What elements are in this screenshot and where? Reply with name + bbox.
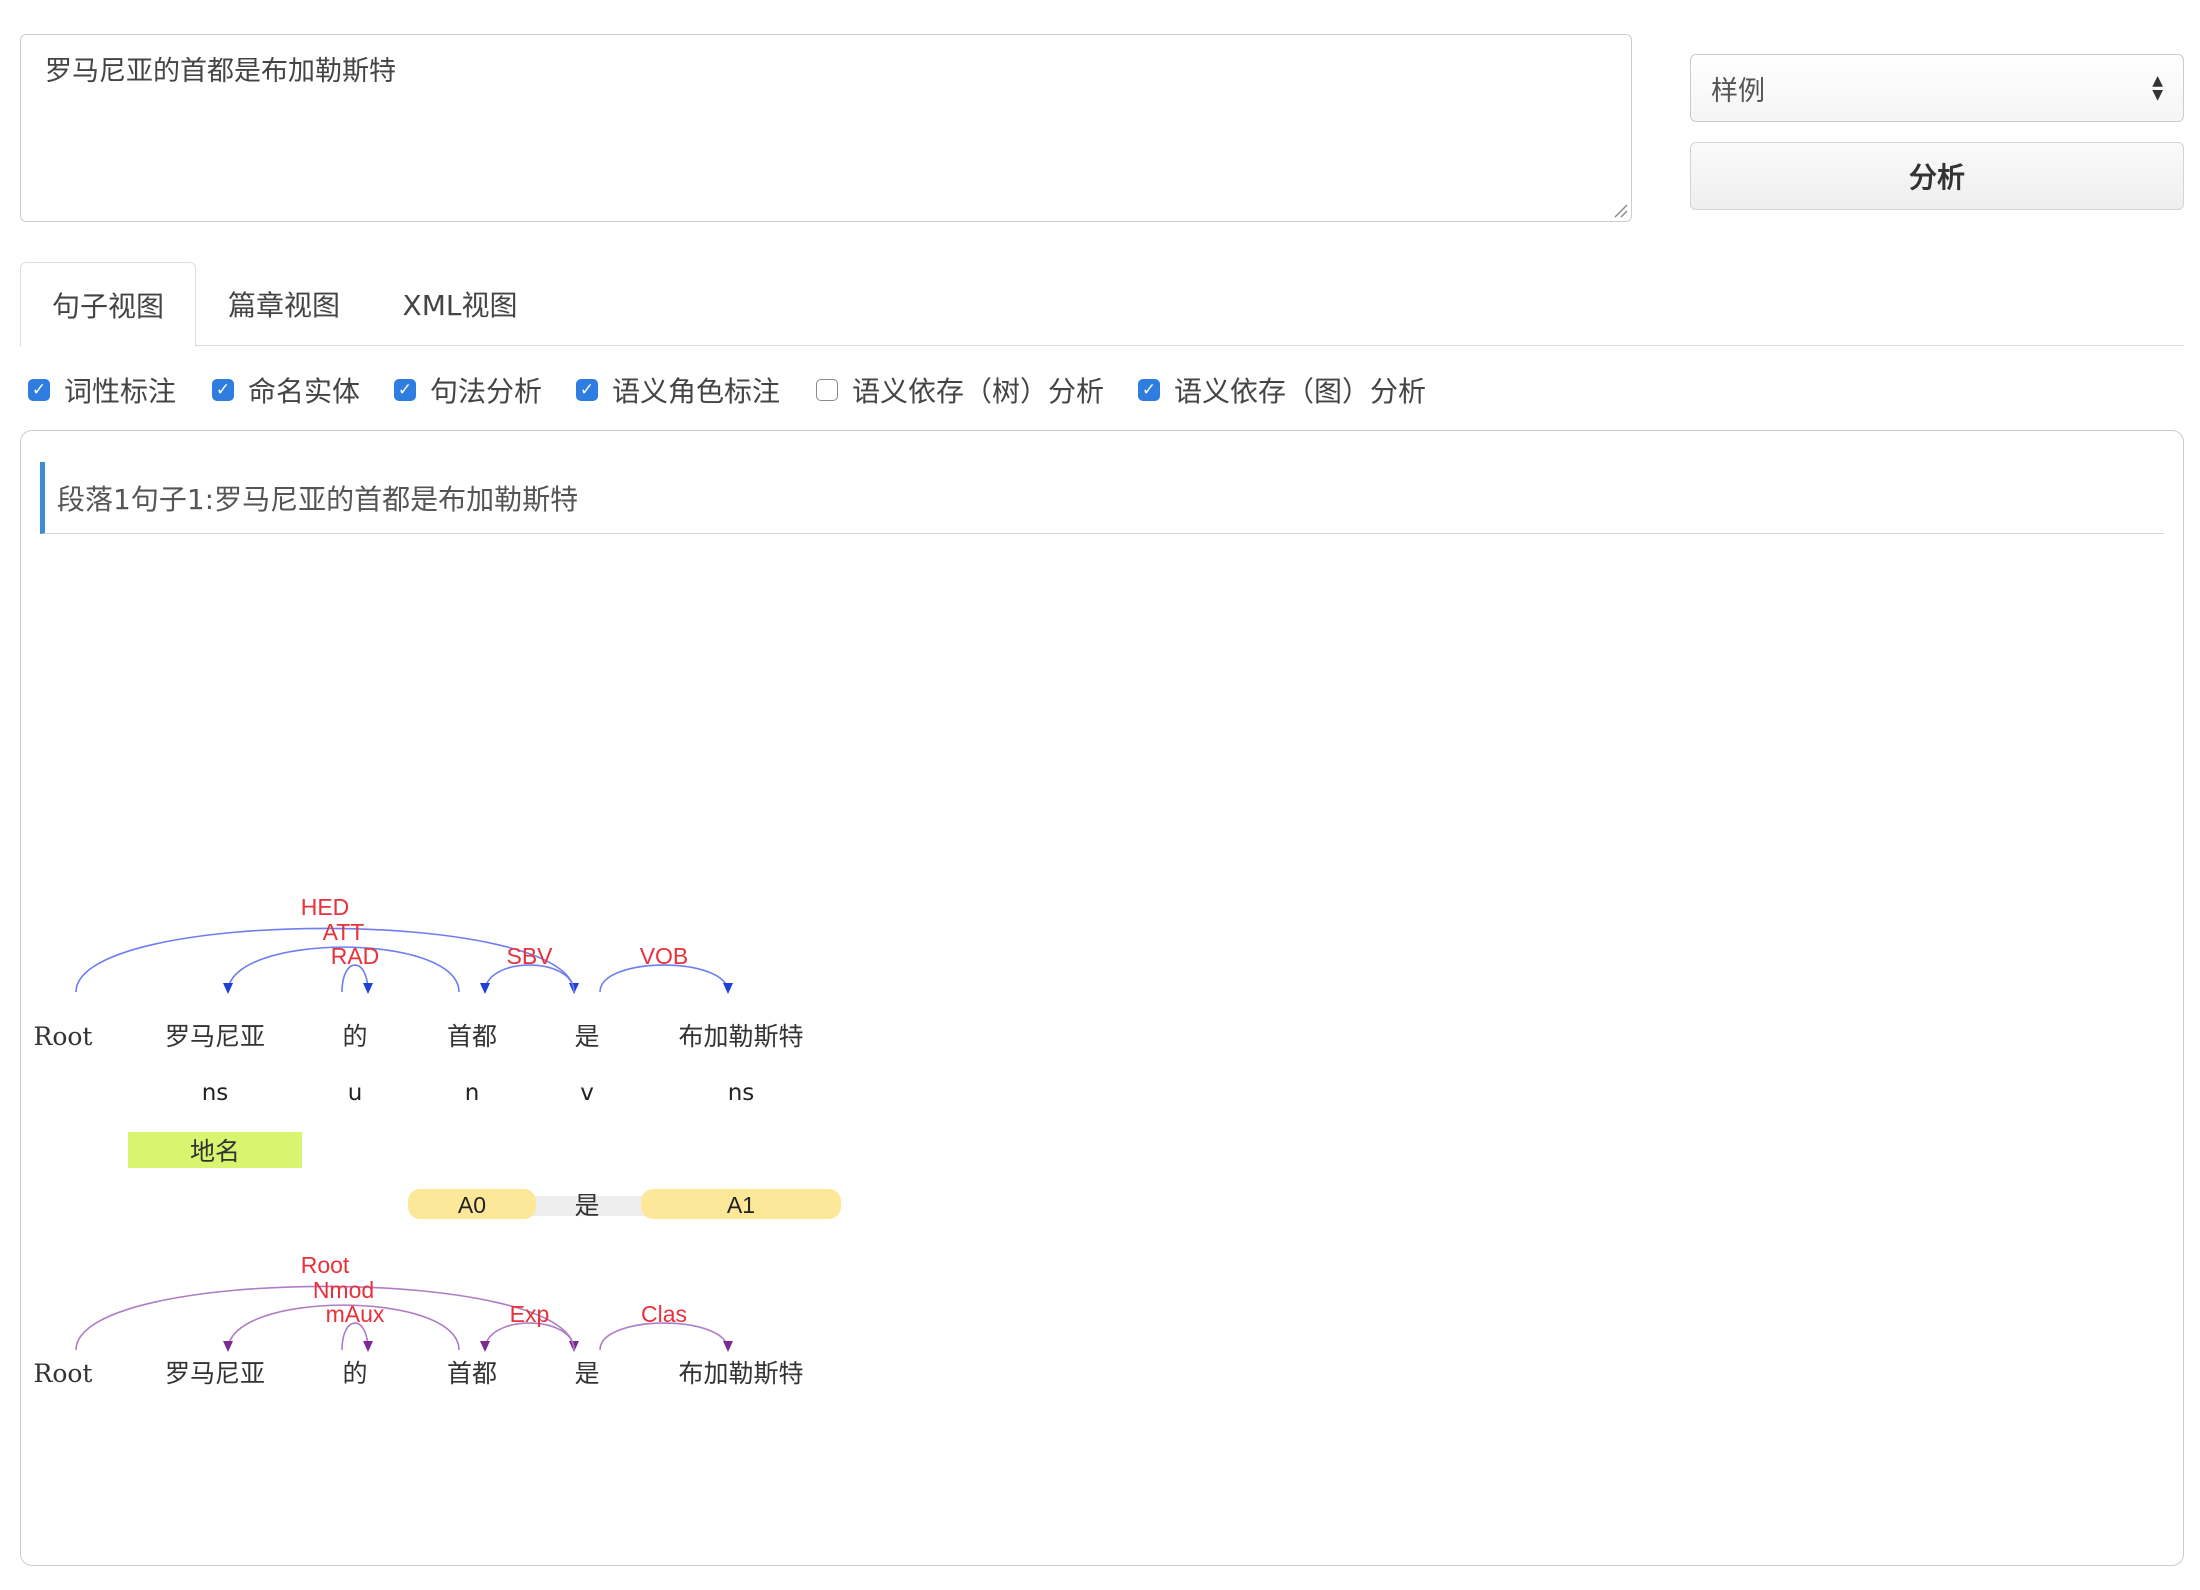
syntax-arc-label: RAD — [331, 943, 380, 969]
syntax-word-token: 布加勒斯特 — [678, 1022, 803, 1051]
semantic-arc — [341, 1322, 369, 1351]
semantic-arrowhead-icon — [223, 1341, 233, 1352]
semantic-arc-label: Clas — [641, 1301, 687, 1327]
syntax-arrowhead-icon — [363, 983, 373, 994]
pos-tag: u — [348, 1080, 363, 1106]
syntax-arrowhead-icon — [223, 983, 233, 994]
semantic-word-token: 布加勒斯特 — [678, 1359, 803, 1388]
pos-tag: ns — [728, 1080, 755, 1106]
syntax-arc-label: VOB — [640, 943, 689, 969]
semantic-word-token: 罗马尼亚 — [165, 1359, 265, 1388]
srl-argument-label: A0 — [458, 1192, 486, 1218]
semantic-arc-label: Root — [301, 1252, 350, 1278]
semantic-arrowhead-icon — [363, 1341, 373, 1352]
ner-label: 地名 — [190, 1137, 240, 1166]
syntax-arc — [599, 964, 729, 993]
syntax-arc-label: HED — [301, 894, 350, 920]
srl-argument-label: A1 — [727, 1192, 755, 1218]
semantic-arrowhead-icon — [480, 1341, 490, 1352]
syntax-arc — [341, 964, 369, 993]
semantic-arrowhead-icon — [723, 1341, 733, 1352]
semantic-arc-label: Exp — [510, 1301, 550, 1327]
semantic-arc-label: mAux — [326, 1301, 385, 1327]
pos-tag: n — [465, 1080, 480, 1106]
syntax-word-token: 的 — [342, 1022, 367, 1051]
syntax-arc-label: ATT — [323, 919, 365, 945]
syntax-word-token: 首都 — [447, 1022, 497, 1051]
semantic-arc — [599, 1322, 729, 1351]
pos-tag: v — [580, 1080, 594, 1106]
analysis-visualization: HEDATTRAD SBV VOBRoot 罗马尼亚的首都是布加勒斯特ns u n v ns地… — [34, 894, 841, 1388]
syntax-arrowhead-icon — [723, 983, 733, 994]
syntax-root-token: Root — [34, 1022, 93, 1051]
semantic-word-token: 是 — [574, 1359, 599, 1388]
syntax-word-token: 罗马尼亚 — [165, 1022, 265, 1051]
semantic-word-token: 的 — [342, 1359, 367, 1388]
syntax-arrowhead-icon — [480, 983, 490, 994]
syntax-arc-label: SBV — [506, 943, 553, 969]
semantic-arc-label: Nmod — [313, 1277, 374, 1303]
semantic-word-token: 首都 — [447, 1359, 497, 1388]
semantic-root-token: Root — [34, 1359, 93, 1388]
srl-predicate-label: 是 — [574, 1191, 599, 1220]
syntax-word-token: 是 — [574, 1022, 599, 1051]
pos-tag: ns — [202, 1080, 229, 1106]
